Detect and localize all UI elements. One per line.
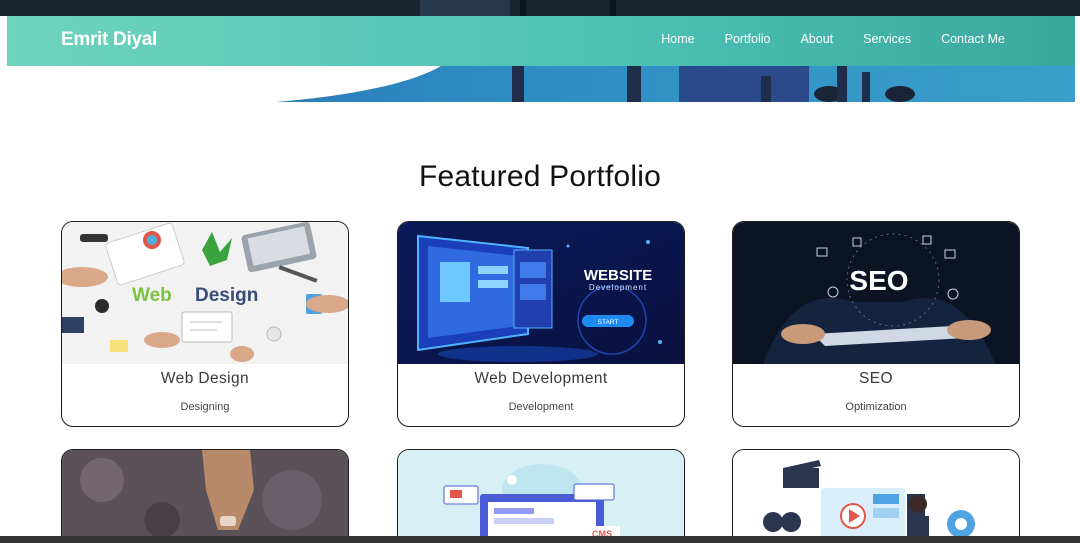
svg-text:Design: Design xyxy=(195,285,258,306)
card-subtitle: Designing xyxy=(180,401,230,413)
nav-about[interactable]: About xyxy=(800,32,833,46)
nav-services[interactable]: Services xyxy=(863,32,911,46)
svg-text:Web: Web xyxy=(132,285,172,306)
nav-home[interactable]: Home xyxy=(661,32,694,46)
portfolio-card-web-design[interactable]: Web Design Web Design Designing xyxy=(61,221,349,427)
card-title: SEO xyxy=(859,370,893,387)
navbar: Emrit Diyal Home Portfolio About Service… xyxy=(7,16,1075,66)
video-editing-illustration-image xyxy=(733,450,1019,540)
card-subtitle: Development xyxy=(508,401,574,413)
nav-contact[interactable]: Contact Me xyxy=(941,32,1005,46)
web-design-image: Web Design xyxy=(62,222,348,364)
portfolio-card-seo[interactable]: SEO SEO Optimization xyxy=(732,221,1020,427)
bottom-edge xyxy=(0,536,1080,543)
cms-illustration-image: CMS xyxy=(398,450,684,540)
svg-text:Development: Development xyxy=(589,283,647,292)
card-title: Web Design xyxy=(160,370,250,387)
card-title: Web Development xyxy=(474,370,608,387)
card-subtitle: Optimization xyxy=(845,401,907,413)
brand-logo[interactable]: Emrit Diyal xyxy=(61,29,157,51)
portfolio-card-web-development[interactable]: START WEBSITE Development Web Developmen… xyxy=(397,221,685,427)
svg-text:START: START xyxy=(598,319,619,326)
web-development-image: START WEBSITE Development xyxy=(398,222,684,364)
hero-image-top-strip xyxy=(0,0,1080,16)
svg-text:WEBSITE: WEBSITE xyxy=(584,267,652,284)
main-nav: Home Portfolio About Services Contact Me xyxy=(661,32,1005,46)
portfolio-card-5[interactable]: CMS xyxy=(397,449,685,543)
hero-image xyxy=(7,66,1075,102)
hand-photo-image xyxy=(62,450,348,540)
section-title: Featured Portfolio xyxy=(418,160,662,193)
portfolio-card-6[interactable] xyxy=(732,449,1020,543)
nav-portfolio[interactable]: Portfolio xyxy=(725,32,771,46)
svg-text:SEO: SEO xyxy=(849,265,908,296)
portfolio-card-4[interactable] xyxy=(61,449,349,543)
seo-image: SEO xyxy=(733,222,1019,364)
